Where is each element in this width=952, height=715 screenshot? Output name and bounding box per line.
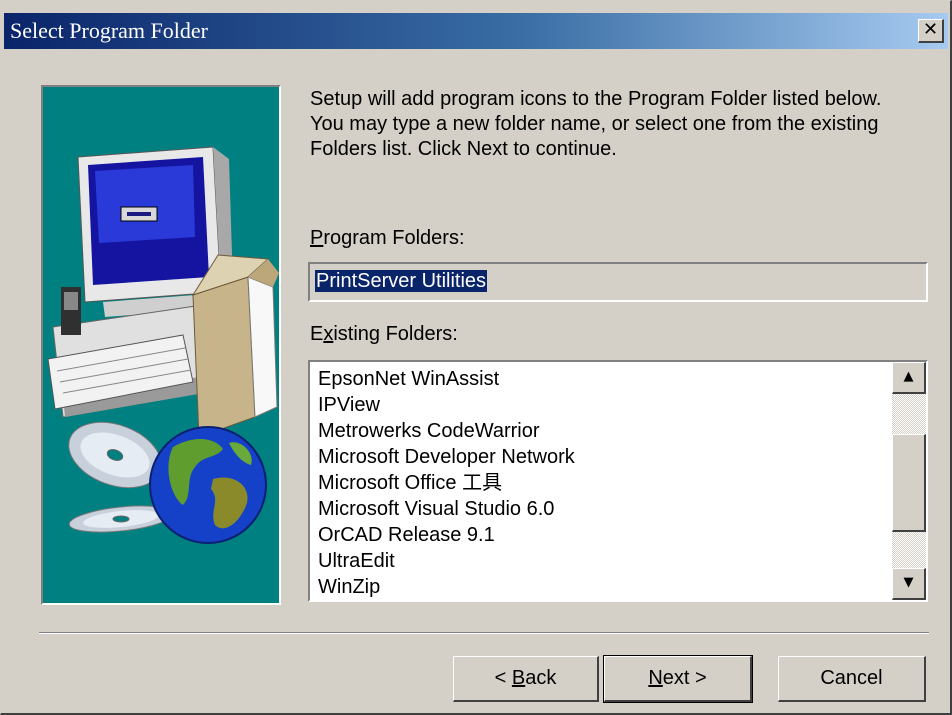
scroll-thumb[interactable]	[892, 434, 926, 532]
button-divider	[39, 632, 929, 634]
existing-folders-list[interactable]: EpsonNet WinAssist IPView Metrowerks Cod…	[308, 360, 928, 602]
list-item[interactable]: Microsoft Office 工具	[318, 470, 575, 496]
scroll-down-button[interactable]: ▼	[892, 568, 926, 600]
button-accelerator: B	[511, 667, 526, 689]
illustration-art	[47, 146, 279, 544]
list-item[interactable]: UltraEdit	[318, 548, 575, 574]
arrow-up-icon: ▲	[903, 369, 914, 384]
intro-text: Setup will add program icons to the Prog…	[310, 87, 925, 162]
list-item[interactable]: OrCAD Release 9.1	[318, 522, 575, 548]
close-icon: ✕	[922, 19, 939, 40]
close-button[interactable]: ✕	[918, 19, 944, 43]
arrow-down-icon: ▼	[903, 575, 914, 590]
label-rest: isting Folders:	[333, 323, 458, 345]
box-icon	[191, 254, 279, 438]
list-item[interactable]: EpsonNet WinAssist	[318, 366, 575, 392]
program-folder-input[interactable]: PrintServer Utilities	[308, 262, 928, 302]
cancel-button[interactable]: Cancel	[778, 656, 926, 702]
button-rest: ext >	[662, 667, 707, 689]
intro-line: Setup will add program icons to the Prog…	[310, 88, 882, 110]
setup-illustration	[41, 85, 281, 605]
vertical-scrollbar[interactable]: ▲ ▼	[892, 362, 926, 600]
label-accelerator: P	[310, 227, 324, 249]
label-rest: rogram Folders:	[323, 227, 465, 249]
button-prefix: <	[494, 667, 512, 689]
program-folder-value: PrintServer Utilities	[315, 270, 488, 292]
existing-folders-label: Existing Folders:	[310, 323, 458, 346]
list-item[interactable]: Metrowerks CodeWarrior	[318, 418, 575, 444]
scroll-up-button[interactable]: ▲	[892, 362, 926, 394]
setup-dialog: Select Program Folder ✕ Setup will add p…	[0, 0, 952, 715]
intro-line: You may type a new folder name, or selec…	[310, 113, 879, 135]
program-folders-label: Program Folders:	[310, 227, 465, 250]
list-item[interactable]: WinZip	[318, 574, 575, 600]
label-prefix: E	[310, 323, 324, 345]
window-title: Select Program Folder	[10, 18, 208, 43]
intro-line: Folders list. Click Next to continue.	[310, 138, 617, 160]
list-item[interactable]: IPView	[318, 392, 575, 418]
back-button[interactable]: < Back	[453, 656, 599, 702]
title-bar[interactable]: Select Program Folder ✕	[4, 13, 948, 49]
next-button[interactable]: Next >	[603, 655, 753, 703]
list-item[interactable]: Microsoft Developer Network	[318, 444, 575, 470]
button-accelerator: N	[648, 667, 663, 689]
button-rest: ack	[525, 667, 557, 689]
globe-icon	[149, 426, 267, 544]
label-accelerator: x	[323, 323, 334, 345]
list-item[interactable]: Microsoft Visual Studio 6.0	[318, 496, 575, 522]
